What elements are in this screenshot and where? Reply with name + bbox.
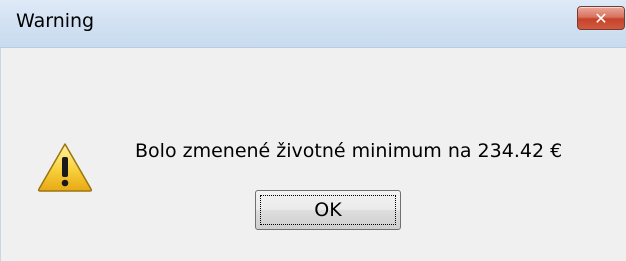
close-icon: ✕ [594, 8, 608, 28]
warning-dialog: Warning ✕ Bolo zmenené životné minimum n… [0, 0, 626, 261]
close-button[interactable]: ✕ [577, 6, 625, 30]
window-title: Warning [16, 10, 95, 32]
ok-button-label: OK [260, 195, 396, 225]
ok-button[interactable]: OK [255, 190, 401, 230]
dialog-body: Bolo zmenené životné minimum na 234.42 €… [0, 48, 626, 261]
title-bar[interactable]: Warning ✕ [0, 0, 626, 48]
dialog-message: Bolo zmenené životné minimum na 234.42 € [135, 140, 563, 162]
warning-icon [37, 143, 93, 192]
